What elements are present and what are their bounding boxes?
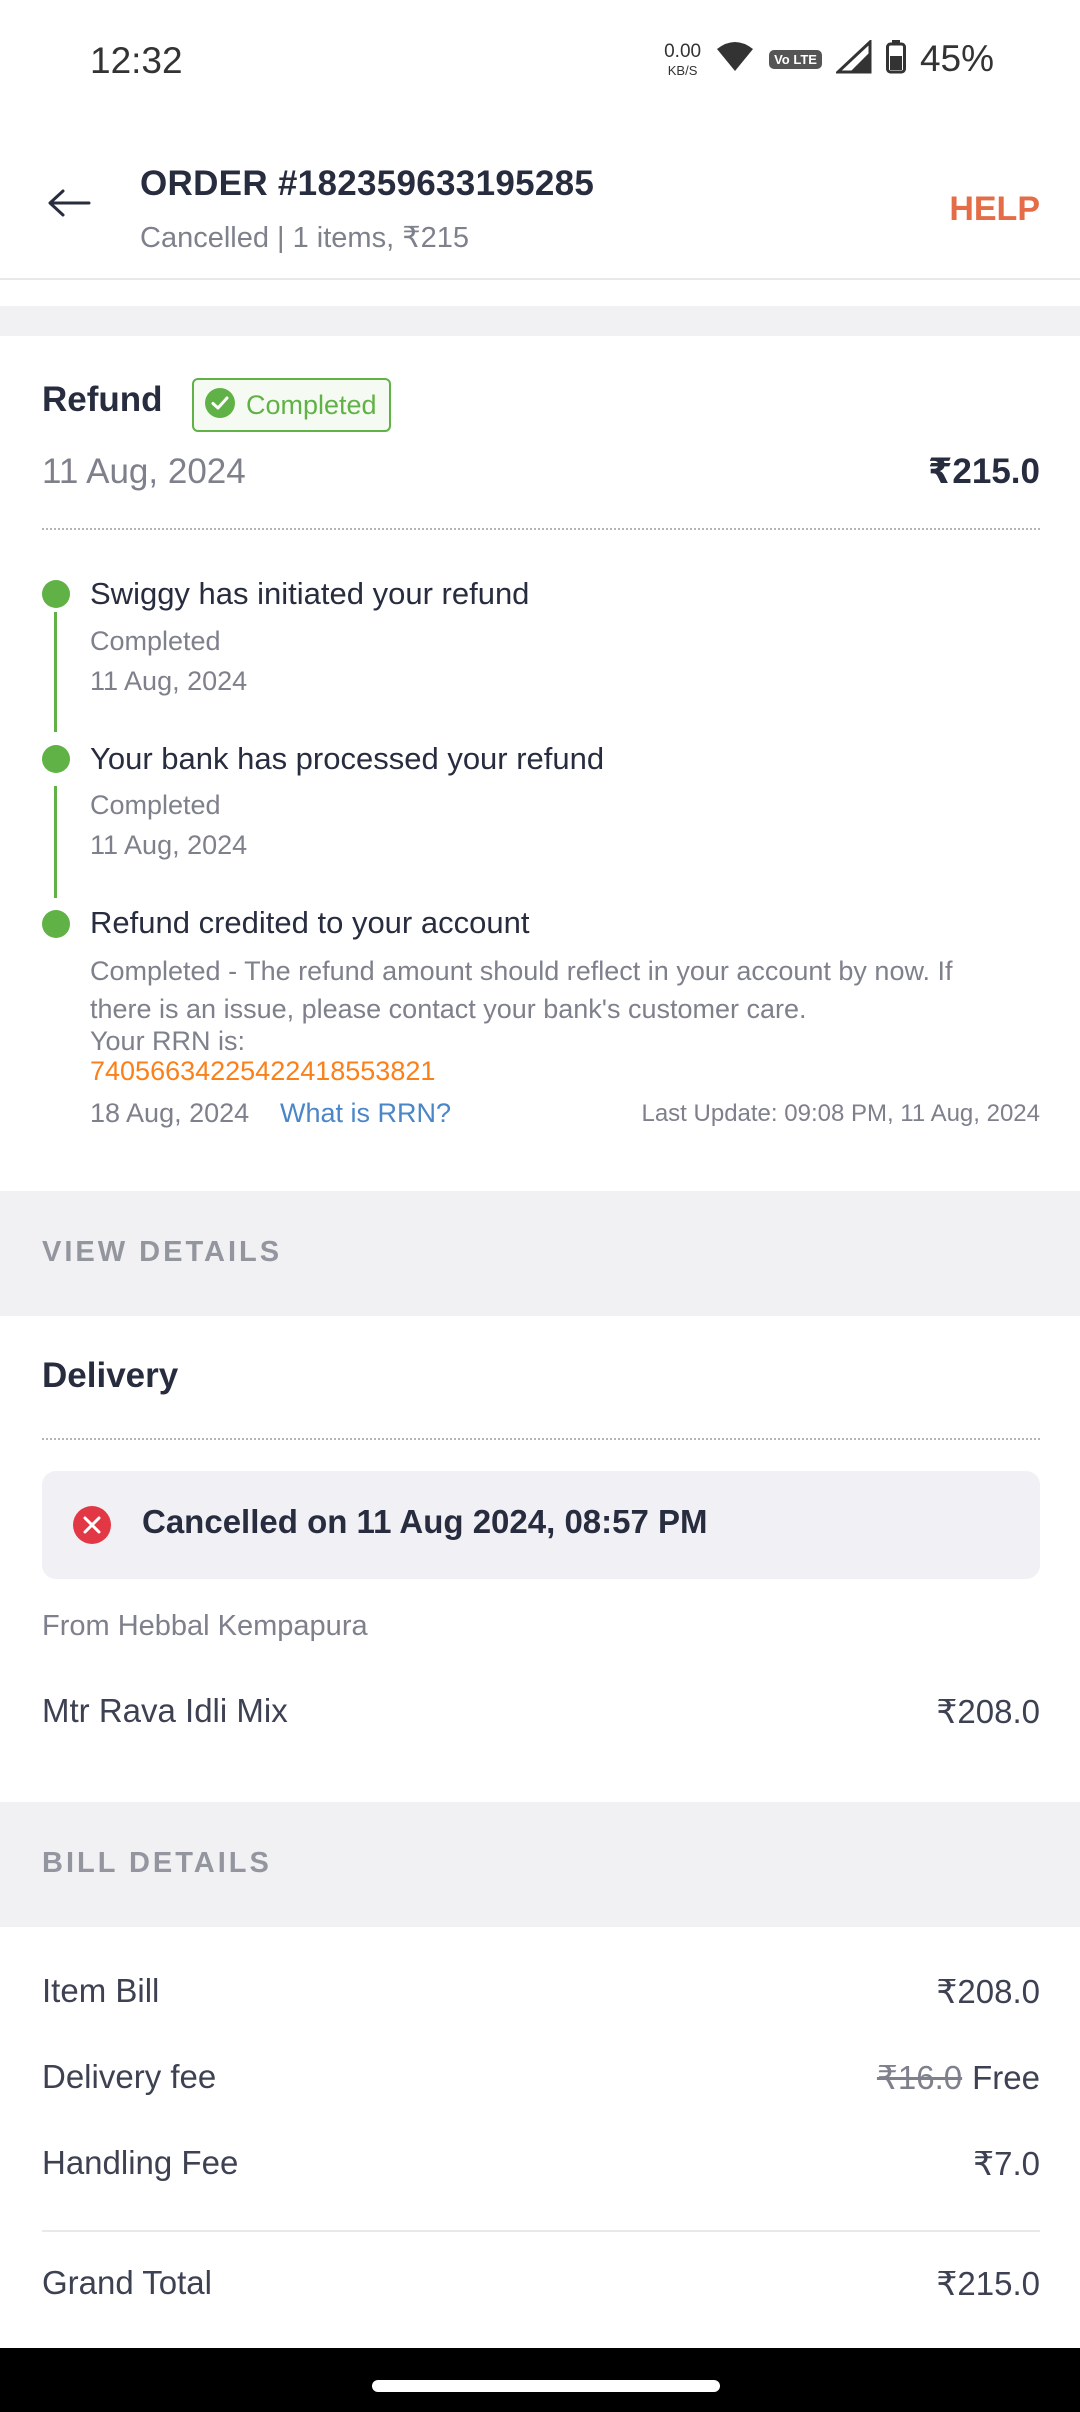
wifi-icon <box>715 41 755 78</box>
net-speed-unit: KB/S <box>667 62 698 78</box>
bill-row-value: ₹208.0 <box>936 1973 1040 2010</box>
timeline-step-title: Refund credited to your account <box>90 905 530 940</box>
bill-row-label: Delivery fee <box>42 2058 217 2095</box>
bill-row-label: Item Bill <box>42 1972 160 2009</box>
delivery-fee-original: ₹16.0 <box>876 2059 963 2096</box>
bill-row-label: Grand Total <box>42 2264 212 2301</box>
status-bar: 12:32 0.00 KB/S Vo LTE 45% <box>0 0 1080 128</box>
status-icons: 0.00 KB/S Vo LTE 45% <box>664 38 994 80</box>
bill-row-value: ₹16.0 Free <box>877 2058 1040 2097</box>
net-speed: 0.00 KB/S <box>664 42 701 77</box>
bill-row-value: ₹215.0 <box>936 2265 1040 2302</box>
bill-row-handling-fee: Handling Fee ₹7.0 <box>42 2144 1040 2183</box>
bill-row-grand-total: Grand Total ₹215.0 <box>42 2264 1040 2303</box>
timeline-dot <box>42 580 70 608</box>
battery-level: 45% <box>919 38 994 79</box>
back-button[interactable] <box>40 176 98 234</box>
timeline-step-date: 18 Aug, 2024 <box>90 1098 250 1128</box>
refund-amount: ₹215.0 <box>928 452 1040 491</box>
view-details-label[interactable]: VIEW DETAILS <box>42 1236 282 1269</box>
battery-icon <box>885 39 906 79</box>
dotted-divider <box>42 528 1040 530</box>
timeline-dot <box>42 745 70 773</box>
item-name: Mtr Rava Idli Mix <box>42 1692 288 1729</box>
divider <box>42 2230 1040 2232</box>
timeline-line <box>54 612 57 732</box>
system-nav-bar <box>0 2348 1080 2412</box>
timeline-step-title: Your bank has processed your refund <box>90 741 605 776</box>
timeline-step-title: Swiggy has initiated your refund <box>90 576 530 611</box>
cancel-status-box: Cancelled on 11 Aug 2024, 08:57 PM <box>42 1471 1040 1579</box>
back-arrow-icon <box>47 188 91 223</box>
order-title: ORDER #182359633195285 <box>140 164 595 203</box>
order-summary: Cancelled | 1 items, ₹215 <box>140 222 470 254</box>
bill-details-label: BILL DETAILS <box>42 1847 272 1879</box>
help-button[interactable]: HELP <box>949 190 1040 229</box>
cancel-x-icon <box>72 1505 112 1545</box>
timeline-step-description: Completed - The refund amount should ref… <box>90 956 953 1024</box>
rrn-number: 74056634225422418553821 <box>90 1056 436 1086</box>
timeline-step-date: 11 Aug, 2024 <box>90 830 248 860</box>
what-is-rrn-link[interactable]: What is RRN? <box>280 1098 451 1129</box>
signal-icon <box>834 38 872 79</box>
cancel-status-text: Cancelled on 11 Aug 2024, 08:57 PM <box>142 1503 708 1540</box>
delivery-fee-value: Free <box>972 2059 1040 2096</box>
store-location: From Hebbal Kempapura <box>42 1610 368 1642</box>
volte-icon: Vo LTE <box>769 49 822 69</box>
refund-date: 11 Aug, 2024 <box>42 452 246 491</box>
last-update: Last Update: 09:08 PM, 11 Aug, 2024 <box>641 1100 1040 1127</box>
timeline-step-date: 11 Aug, 2024 <box>90 666 248 696</box>
section-divider <box>0 306 1080 336</box>
check-circle-icon <box>204 387 236 424</box>
refund-title: Refund <box>42 380 163 419</box>
dotted-divider <box>42 1438 1040 1440</box>
timeline-step-status: Completed <box>90 626 221 656</box>
bill-row-label: Handling Fee <box>42 2144 239 2181</box>
order-header: ORDER #182359633195285 Cancelled | 1 ite… <box>0 128 1080 280</box>
rrn-label: Your RRN is: <box>90 1026 246 1056</box>
net-speed-value: 0.00 <box>664 40 702 62</box>
status-time: 12:32 <box>90 40 183 81</box>
timeline-step-status: Completed <box>90 790 221 820</box>
item-price: ₹208.0 <box>936 1693 1040 1730</box>
home-gesture-handle[interactable] <box>372 2380 720 2392</box>
delivery-title: Delivery <box>42 1356 179 1395</box>
timeline-line <box>54 786 57 898</box>
refund-status-text: Completed <box>246 389 377 420</box>
refund-status-badge: Completed <box>192 378 391 432</box>
bill-row-value: ₹7.0 <box>973 2145 1040 2182</box>
bill-row-item: Item Bill ₹208.0 <box>42 1972 1040 2011</box>
timeline-dot <box>42 910 70 938</box>
bill-row-delivery-fee: Delivery fee ₹16.0 Free <box>42 2058 1040 2097</box>
